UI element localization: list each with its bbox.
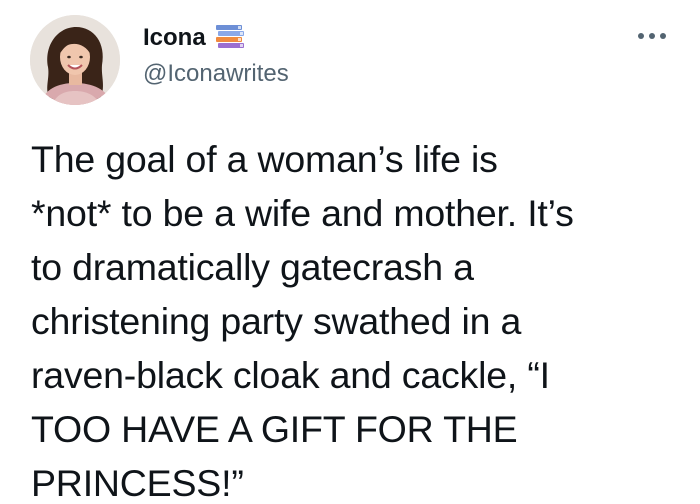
author-handle[interactable]: @Iconawrites — [143, 60, 289, 88]
display-name[interactable]: Icona — [143, 24, 206, 52]
avatar[interactable] — [30, 15, 120, 105]
tweet-text-line: The goal of a woman’s life is — [31, 138, 498, 180]
tweet-text-line: christening party swathed in a — [31, 300, 522, 342]
more-horizontal-icon — [638, 33, 666, 39]
tweet-text-line: TOO HAVE A GIFT FOR THE — [31, 408, 518, 450]
tweet-text: The goal of a woman’s life is *not* to b… — [31, 132, 671, 504]
books-stack-icon — [214, 24, 246, 52]
tweet-text-line: *not* to be a wife and mother. It’s — [31, 192, 574, 234]
author-name-row[interactable]: Icona — [143, 22, 246, 54]
tweet-text-line: PRINCESS!” — [31, 462, 244, 504]
tweet-text-line: to dramatically gatecrash a — [31, 246, 474, 288]
more-options-button[interactable] — [632, 24, 672, 48]
tweet-card: Icona @Iconawrites The goal of a woman’s… — [0, 0, 700, 504]
profile-photo — [30, 15, 120, 105]
tweet-text-line: raven-black cloak and cackle, “I — [31, 354, 550, 396]
